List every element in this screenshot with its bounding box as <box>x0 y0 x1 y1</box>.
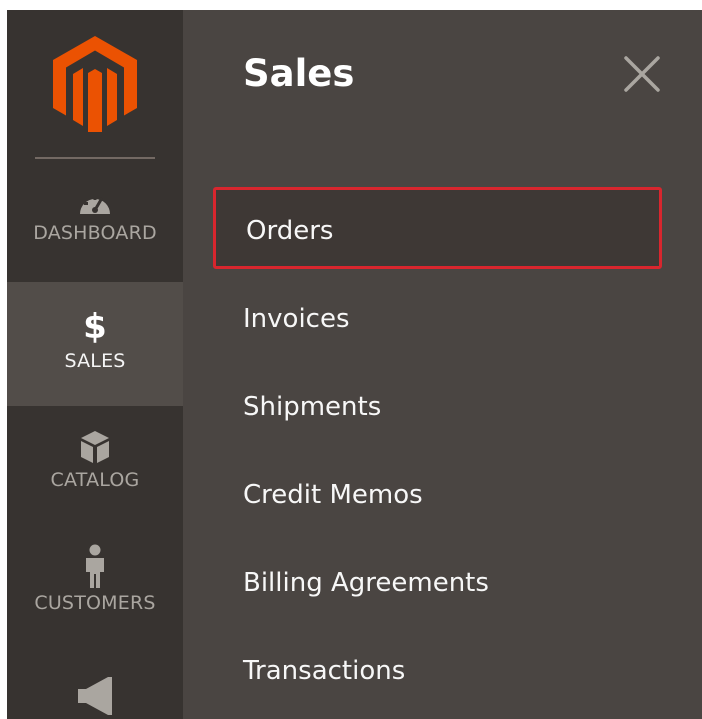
sales-flyout-panel: Sales Orders Invoices Shipments Credit M… <box>183 10 702 719</box>
admin-frame: DASHBOARD $ SALES CATALOG CUSTOMERS Sale… <box>7 10 702 719</box>
sidebar-item-sales[interactable]: $ SALES <box>7 282 183 406</box>
close-button[interactable] <box>618 50 666 98</box>
sidebar-item-marketing[interactable] <box>7 675 183 719</box>
sidebar-item-label: CATALOG <box>50 469 140 491</box>
dollar-icon: $ <box>83 307 107 347</box>
admin-sidebar: DASHBOARD $ SALES CATALOG CUSTOMERS <box>7 10 183 719</box>
panel-title: Sales <box>243 52 355 95</box>
sidebar-item-label: CUSTOMERS <box>34 592 156 614</box>
close-icon <box>624 56 660 92</box>
sidebar-item-customers[interactable]: CUSTOMERS <box>7 544 183 644</box>
sidebar-item-dashboard[interactable]: DASHBOARD <box>7 182 183 282</box>
menu-item-shipments[interactable]: Shipments <box>183 363 702 451</box>
menu-item-credit-memos[interactable]: Credit Memos <box>183 451 702 539</box>
magento-logo[interactable] <box>53 36 137 132</box>
menu-item-billing-agreements[interactable]: Billing Agreements <box>183 539 702 627</box>
menu-item-transactions[interactable]: Transactions <box>183 627 702 715</box>
sales-submenu: Orders Invoices Shipments Credit Memos B… <box>183 187 702 715</box>
gauge-icon <box>80 196 110 214</box>
menu-item-orders[interactable]: Orders <box>213 187 662 269</box>
person-icon <box>86 544 104 588</box>
box-icon <box>81 431 109 463</box>
megaphone-icon <box>78 677 112 715</box>
sidebar-divider <box>35 157 155 159</box>
sidebar-item-catalog[interactable]: CATALOG <box>7 427 183 527</box>
sidebar-item-label: DASHBOARD <box>33 222 157 244</box>
menu-item-invoices[interactable]: Invoices <box>183 275 702 363</box>
sidebar-item-label: SALES <box>64 350 126 372</box>
